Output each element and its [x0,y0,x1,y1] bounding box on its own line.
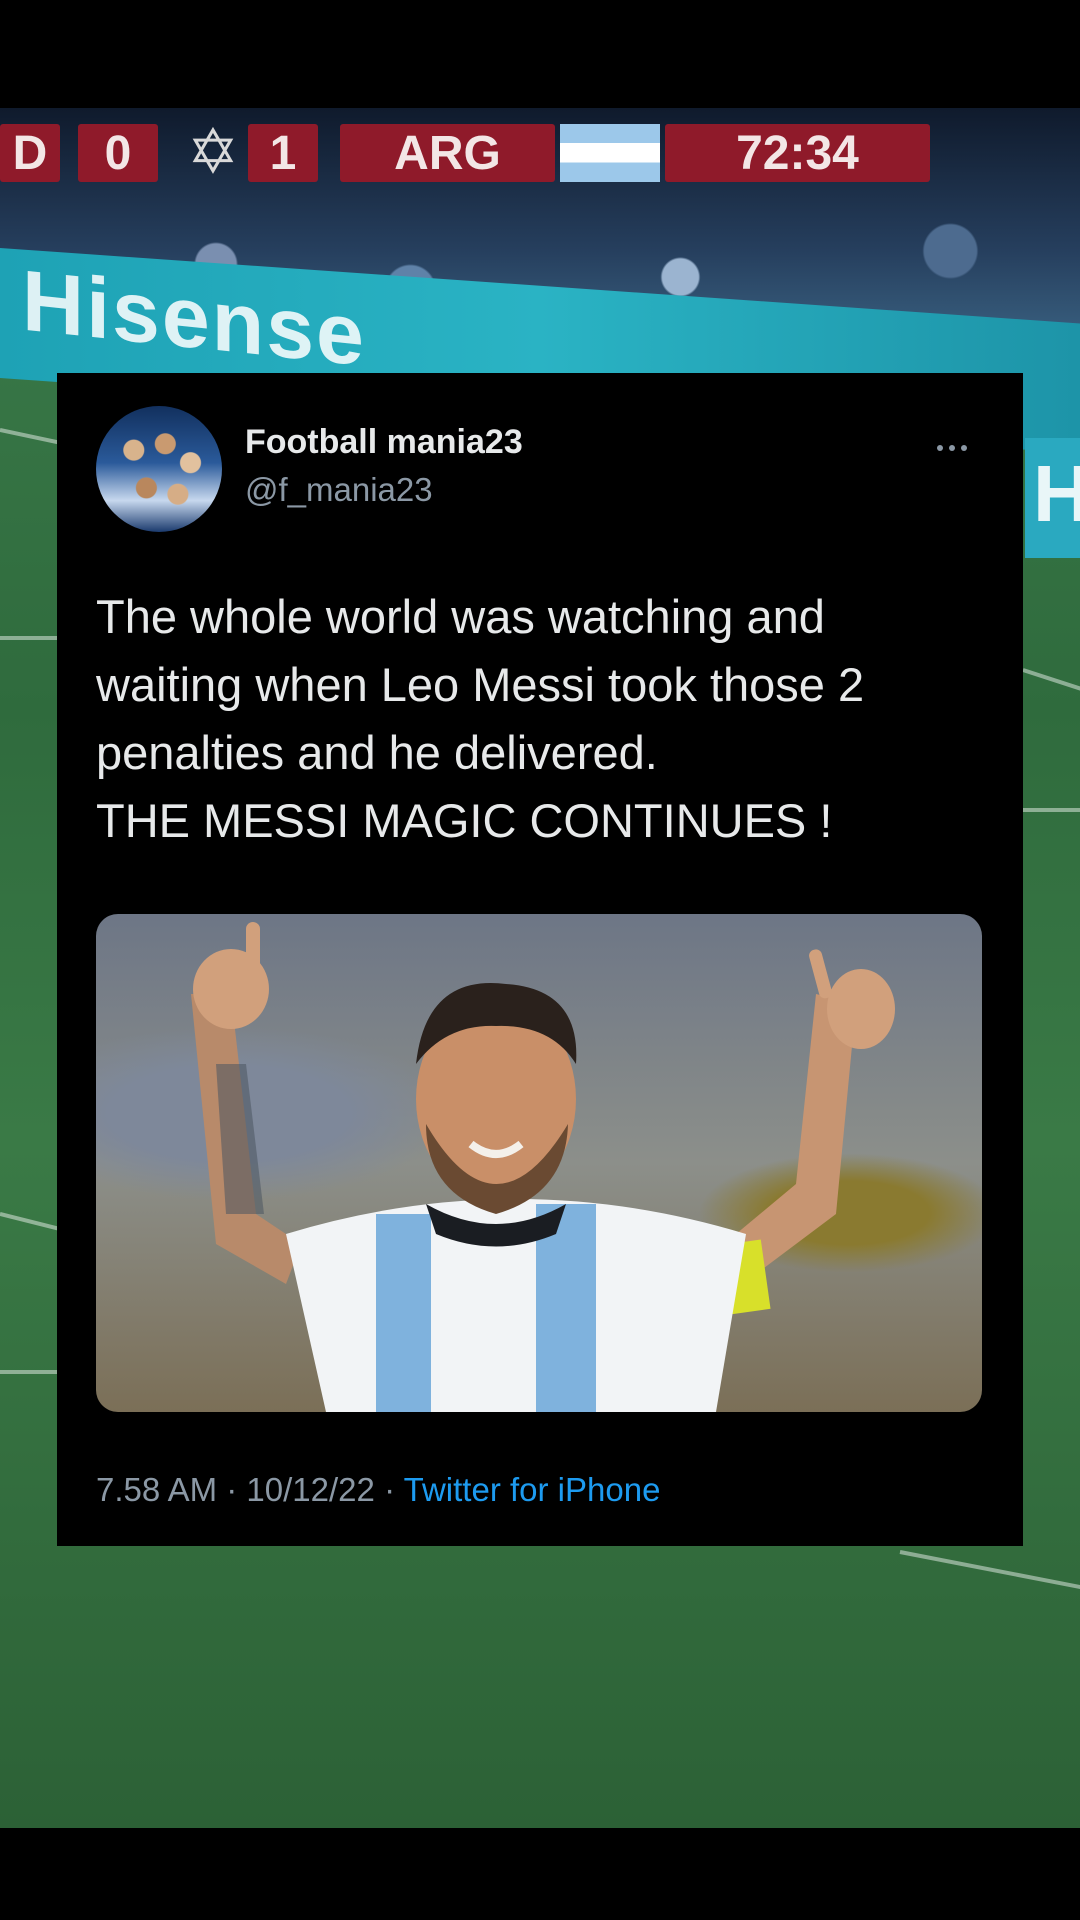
screen: Hisense H D 0 ✡ 1 ARG 72:34 Football man… [0,0,1080,1920]
match-scorebar: D 0 ✡ 1 ARG 72:34 [0,118,1080,204]
star-icon: ✡ [187,118,239,187]
argentina-flag-icon [560,124,660,182]
away-team-code: ARG [340,124,555,182]
ad-board-text: Hisense [22,252,366,385]
tweet-text-line: penalties and he delivered. [96,726,658,779]
match-clock: 72:34 [665,124,930,182]
home-team-code: D [0,124,60,182]
pitch-line [0,1370,60,1374]
pitch-line [1023,808,1080,812]
player-celebrating-illustration [191,922,895,1412]
pitch-line [1022,668,1080,694]
away-score: 1 [248,124,318,182]
author-name[interactable]: Football mania23 [245,423,523,462]
side-ad-board: H [1025,438,1080,558]
pitch-line [0,636,60,640]
tweet-text-line: waiting when Leo Messi took those 2 [96,658,865,711]
tweet-card[interactable]: Football mania23 @f_mania23 The whole wo… [57,373,1023,1546]
tweet-photo[interactable] [96,914,982,1412]
author-handle[interactable]: @f_mania23 [245,471,433,509]
tweet-date: 10/12/22 [246,1471,375,1508]
more-horizontal-icon[interactable] [937,433,977,463]
letterbox-bottom [0,1828,1080,1920]
pitch-line [0,1212,59,1231]
side-ad-letter: H [1033,449,1080,538]
tweet-time: 7.58 AM [96,1471,218,1508]
tweet-text-line: THE MESSI MAGIC CONTINUES ! [96,794,833,847]
meta-separator: · [384,1471,396,1508]
home-score: 0 [78,124,158,182]
tweet-text-line: The whole world was watching and [96,590,825,643]
avatar[interactable] [96,406,222,532]
tweet-text: The whole world was watching and waiting… [96,583,996,855]
pitch-line [0,428,60,445]
meta-separator: · [226,1471,238,1508]
letterbox-top [0,0,1080,108]
tweet-meta: 7.58 AM · 10/12/22 · Twitter for iPhone [96,1471,660,1509]
pitch-line [899,1550,1080,1593]
tweet-source-link[interactable]: Twitter for iPhone [404,1471,661,1508]
